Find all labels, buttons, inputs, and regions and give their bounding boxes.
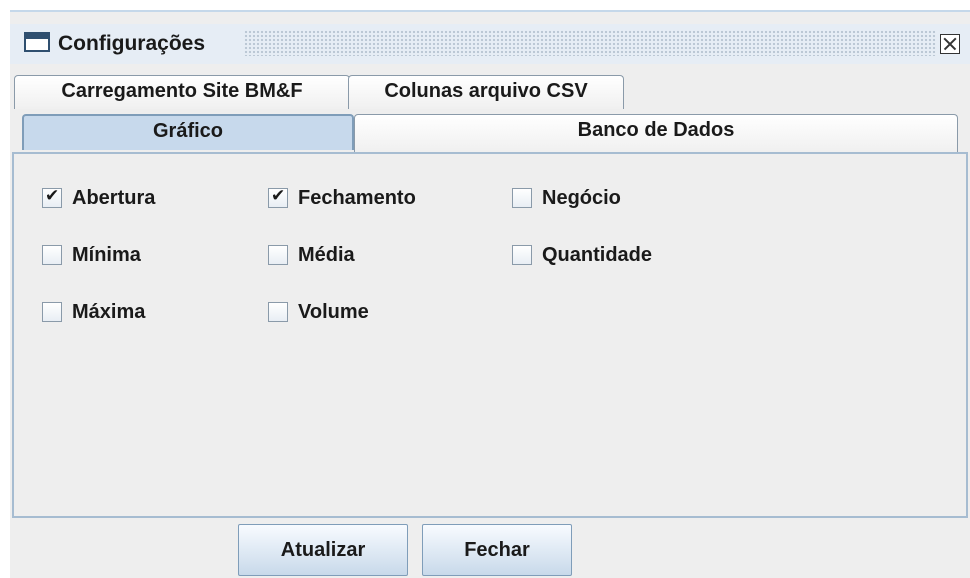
checkbox-box[interactable] [268,302,288,322]
title-bar[interactable]: Configurações [10,24,970,64]
checkbox-negocio[interactable]: Negócio [512,185,621,211]
checkbox-minima[interactable]: Mínima [42,242,141,268]
checkbox-label: Volume [298,300,369,323]
checkbox-fechamento[interactable]: Fechamento [268,185,416,211]
tab-panel-grafico: Abertura Fechamento Negócio Mínima Média… [12,152,968,518]
title-bar-grip [244,30,936,56]
checkbox-label: Quantidade [542,243,653,266]
tab-grafico[interactable]: Gráfico [22,114,354,150]
close-icon[interactable] [940,34,960,54]
checkbox-volume[interactable]: Volume [268,299,369,325]
checkbox-box[interactable] [512,245,532,265]
checkbox-box[interactable] [512,188,532,208]
checkbox-abertura[interactable]: Abertura [42,185,155,211]
checkbox-box[interactable] [268,186,288,208]
checkbox-box[interactable] [42,186,62,208]
tab-carregamento-site[interactable]: Carregamento Site BM&F [14,75,350,109]
close-button[interactable]: Fechar [422,524,572,576]
checkbox-label: Fechamento [298,186,416,209]
settings-dialog: Configurações Carregamento Site BM&F Col… [10,10,970,578]
update-button[interactable]: Atualizar [238,524,408,576]
checkbox-box[interactable] [42,245,62,265]
checkbox-box[interactable] [42,302,62,322]
checkbox-label: Mínima [72,243,141,266]
checkbox-box[interactable] [268,245,288,265]
checkbox-media[interactable]: Média [268,242,355,268]
checkbox-quantidade[interactable]: Quantidade [512,242,652,268]
window-title: Configurações [58,32,212,56]
checkbox-label: Abertura [72,186,156,209]
tab-banco-de-dados[interactable]: Banco de Dados [354,114,958,152]
checkbox-label: Negócio [542,186,621,209]
checkbox-label: Média [298,243,355,266]
checkbox-maxima[interactable]: Máxima [42,299,145,325]
window-icon [24,32,50,52]
checkbox-label: Máxima [72,300,146,323]
tab-colunas-csv[interactable]: Colunas arquivo CSV [348,75,624,109]
